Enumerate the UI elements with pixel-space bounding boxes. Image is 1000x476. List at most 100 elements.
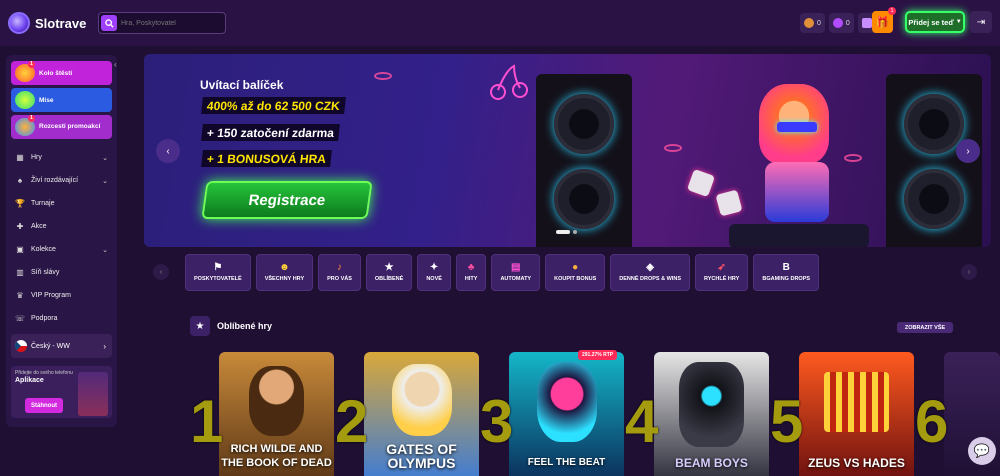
game-card[interactable]: FEEL THE BEAT: [509, 352, 624, 476]
chevron-right-icon: ›: [966, 145, 970, 157]
trophy-icon: 🏆: [15, 199, 25, 208]
sidebar-item-promotions[interactable]: ✚ Akce: [11, 215, 112, 238]
slide-dot-active[interactable]: [556, 230, 570, 234]
category-label: BGAMING DROPS: [762, 276, 811, 282]
login-button[interactable]: ⇥: [970, 11, 992, 33]
category-label: POSKYTOVATELÉ: [194, 276, 242, 282]
game-title: BEAM BOYS: [675, 456, 748, 470]
game-card[interactable]: GATES OF OLYMPUS: [364, 352, 479, 476]
flag-icon: ⚑: [213, 262, 223, 273]
search-box[interactable]: [98, 12, 226, 34]
register-button[interactable]: Registrace: [201, 181, 373, 219]
join-now-button[interactable]: Přidej se teď ▼: [905, 11, 965, 33]
sidebar-item-tournaments[interactable]: 🏆 Turnaje: [11, 192, 112, 215]
categories-prev-button[interactable]: ‹: [153, 264, 169, 280]
sidebar-collapse-icon[interactable]: ‹: [114, 60, 124, 72]
rtp-badge: 291.27% RTP: [578, 350, 618, 360]
category-drops-wins[interactable]: ◈ DENNÉ DROPS & WINS: [610, 254, 690, 291]
category-label: DENNÉ DROPS & WINS: [619, 276, 681, 282]
category-for-you[interactable]: ♪ PRO VÁS: [318, 254, 361, 291]
cherry-neon-icon: [490, 64, 528, 100]
search-input[interactable]: [121, 19, 221, 27]
sidebar-item-vip[interactable]: ♛ VIP Program: [11, 284, 112, 307]
slots-icon: ▦: [16, 153, 24, 162]
hero-title: Uvítací balíček: [200, 78, 284, 92]
slide-dot[interactable]: [573, 230, 577, 234]
sidebar-item-hall-of-fame[interactable]: ▥ Síň slávy: [11, 261, 112, 284]
sidebar-item-label: Podpora: [31, 315, 58, 322]
promo-wheel-of-fortune[interactable]: 1 Kolo štěstí: [11, 61, 112, 85]
category-slots[interactable]: ▤ AUTOMATY: [491, 254, 541, 291]
missions-icon: [15, 91, 35, 109]
cards-icon: ♠: [17, 176, 23, 185]
category-label: OBLÍBENÉ: [374, 276, 404, 282]
chevron-right-icon: ›: [967, 268, 971, 276]
chevron-left-icon: ‹: [166, 145, 170, 157]
hero-bonus-line-2: + 150 zatočení zdarma: [201, 124, 340, 141]
chevron-down-icon: ⌄: [102, 177, 108, 185]
chip-decoration: [844, 154, 862, 162]
sidebar-item-label: Kolekce: [31, 246, 56, 253]
rank-number: 5: [770, 388, 804, 455]
category-label: KOUPIT BONUS: [554, 276, 597, 282]
b-icon: B: [782, 262, 790, 273]
sidebar-item-live-dealers[interactable]: ♠ Živí rozdávající ⌄: [11, 169, 112, 192]
drops-icon: ◈: [646, 262, 654, 273]
language-selector[interactable]: Český - WW ›: [11, 334, 112, 358]
rank-number: 3: [480, 388, 514, 455]
category-favorites[interactable]: ★ OBLÍBENÉ: [365, 254, 413, 291]
chip-decoration: [664, 144, 682, 152]
sidebar-item-support[interactable]: ☏ Podpora: [11, 307, 112, 330]
sidebar-item-label: Živí rozdávající: [31, 177, 79, 184]
points-counter[interactable]: 0: [828, 13, 854, 33]
category-bonus-buy[interactable]: ● KOUPIT BONUS: [545, 254, 606, 291]
game-title: FEEL THE BEAT: [527, 457, 606, 468]
gift-badge: 1: [888, 7, 896, 15]
logo-text: Slotrave: [35, 15, 87, 31]
promo-hub[interactable]: 1 Rozcestí promoakcí: [11, 115, 112, 139]
speaker-left-image: [536, 74, 632, 247]
promo-missions[interactable]: Mise: [11, 88, 112, 112]
chevron-down-icon: ⌄: [102, 246, 108, 254]
coins-value: 0: [817, 19, 821, 27]
category-hits[interactable]: ♣ HITY: [455, 254, 487, 291]
game-card[interactable]: BEAM BOYS: [654, 352, 769, 476]
category-new[interactable]: ✦ NOVÉ: [417, 254, 451, 291]
coins-counter[interactable]: 0: [800, 13, 825, 33]
search-icon: [101, 15, 117, 31]
category-label: NOVÉ: [426, 276, 442, 282]
sidebar-item-label: Síň slávy: [31, 269, 60, 276]
download-app-button[interactable]: Stáhnout: [25, 398, 63, 413]
hero-slide-indicator: [556, 230, 577, 234]
rank-number: 4: [625, 388, 659, 455]
category-label: VŠECHNY HRY: [264, 276, 305, 282]
hero-prev-button[interactable]: ‹: [156, 139, 180, 163]
category-fast-games[interactable]: ➶ RYCHLÉ HRY: [695, 254, 749, 291]
live-chat-button[interactable]: 💬: [968, 437, 996, 465]
game-card[interactable]: RICH WILDE AND THE BOOK OF DEAD: [219, 352, 334, 476]
category-bar: ⚑ POSKYTOVATELÉ ☻ VŠECHNY HRY ♪ PRO VÁS ★ OB…: [185, 254, 820, 291]
rank-number: 6: [915, 388, 949, 455]
app-download-card: Přidejte do svého telefonu Aplikace Stáh…: [11, 366, 112, 418]
gift-icon: ✚: [16, 222, 24, 231]
category-providers[interactable]: ⚑ POSKYTOVATELÉ: [185, 254, 251, 291]
site-logo[interactable]: Slotrave: [8, 12, 86, 34]
game-title: RICH WILDE AND THE BOOK OF DEAD: [221, 443, 332, 469]
view-all-button[interactable]: ZOBRAZIT VŠE: [897, 322, 953, 333]
rank-number: 2: [335, 388, 369, 455]
hero-next-button[interactable]: ›: [956, 139, 980, 163]
promo-label: Rozcestí promoakcí: [39, 123, 101, 130]
login-icon: ⇥: [976, 16, 986, 28]
favorites-header: ★ Oblíbené hry: [190, 316, 272, 336]
categories-next-button[interactable]: ›: [961, 264, 977, 280]
music-icon: ♪: [337, 262, 342, 273]
gift-button[interactable]: 🎁 1: [872, 7, 896, 33]
category-all-games[interactable]: ☻ VŠECHNY HRY: [255, 254, 314, 291]
sidebar-item-games[interactable]: ▦ Hry ⌄: [11, 146, 112, 169]
category-bgaming-drops[interactable]: B BGAMING DROPS: [753, 254, 820, 291]
gem-icon: [861, 18, 872, 28]
language-label: Český - WW: [31, 342, 70, 350]
top-header: Slotrave 0 0 0 🎁 1 Přidej se teď ▼ ⇥: [0, 0, 1000, 46]
game-card[interactable]: ZEUS VS HADES: [799, 352, 914, 476]
sidebar-item-collections[interactable]: ▣ Kolekce ⌄: [11, 238, 112, 261]
